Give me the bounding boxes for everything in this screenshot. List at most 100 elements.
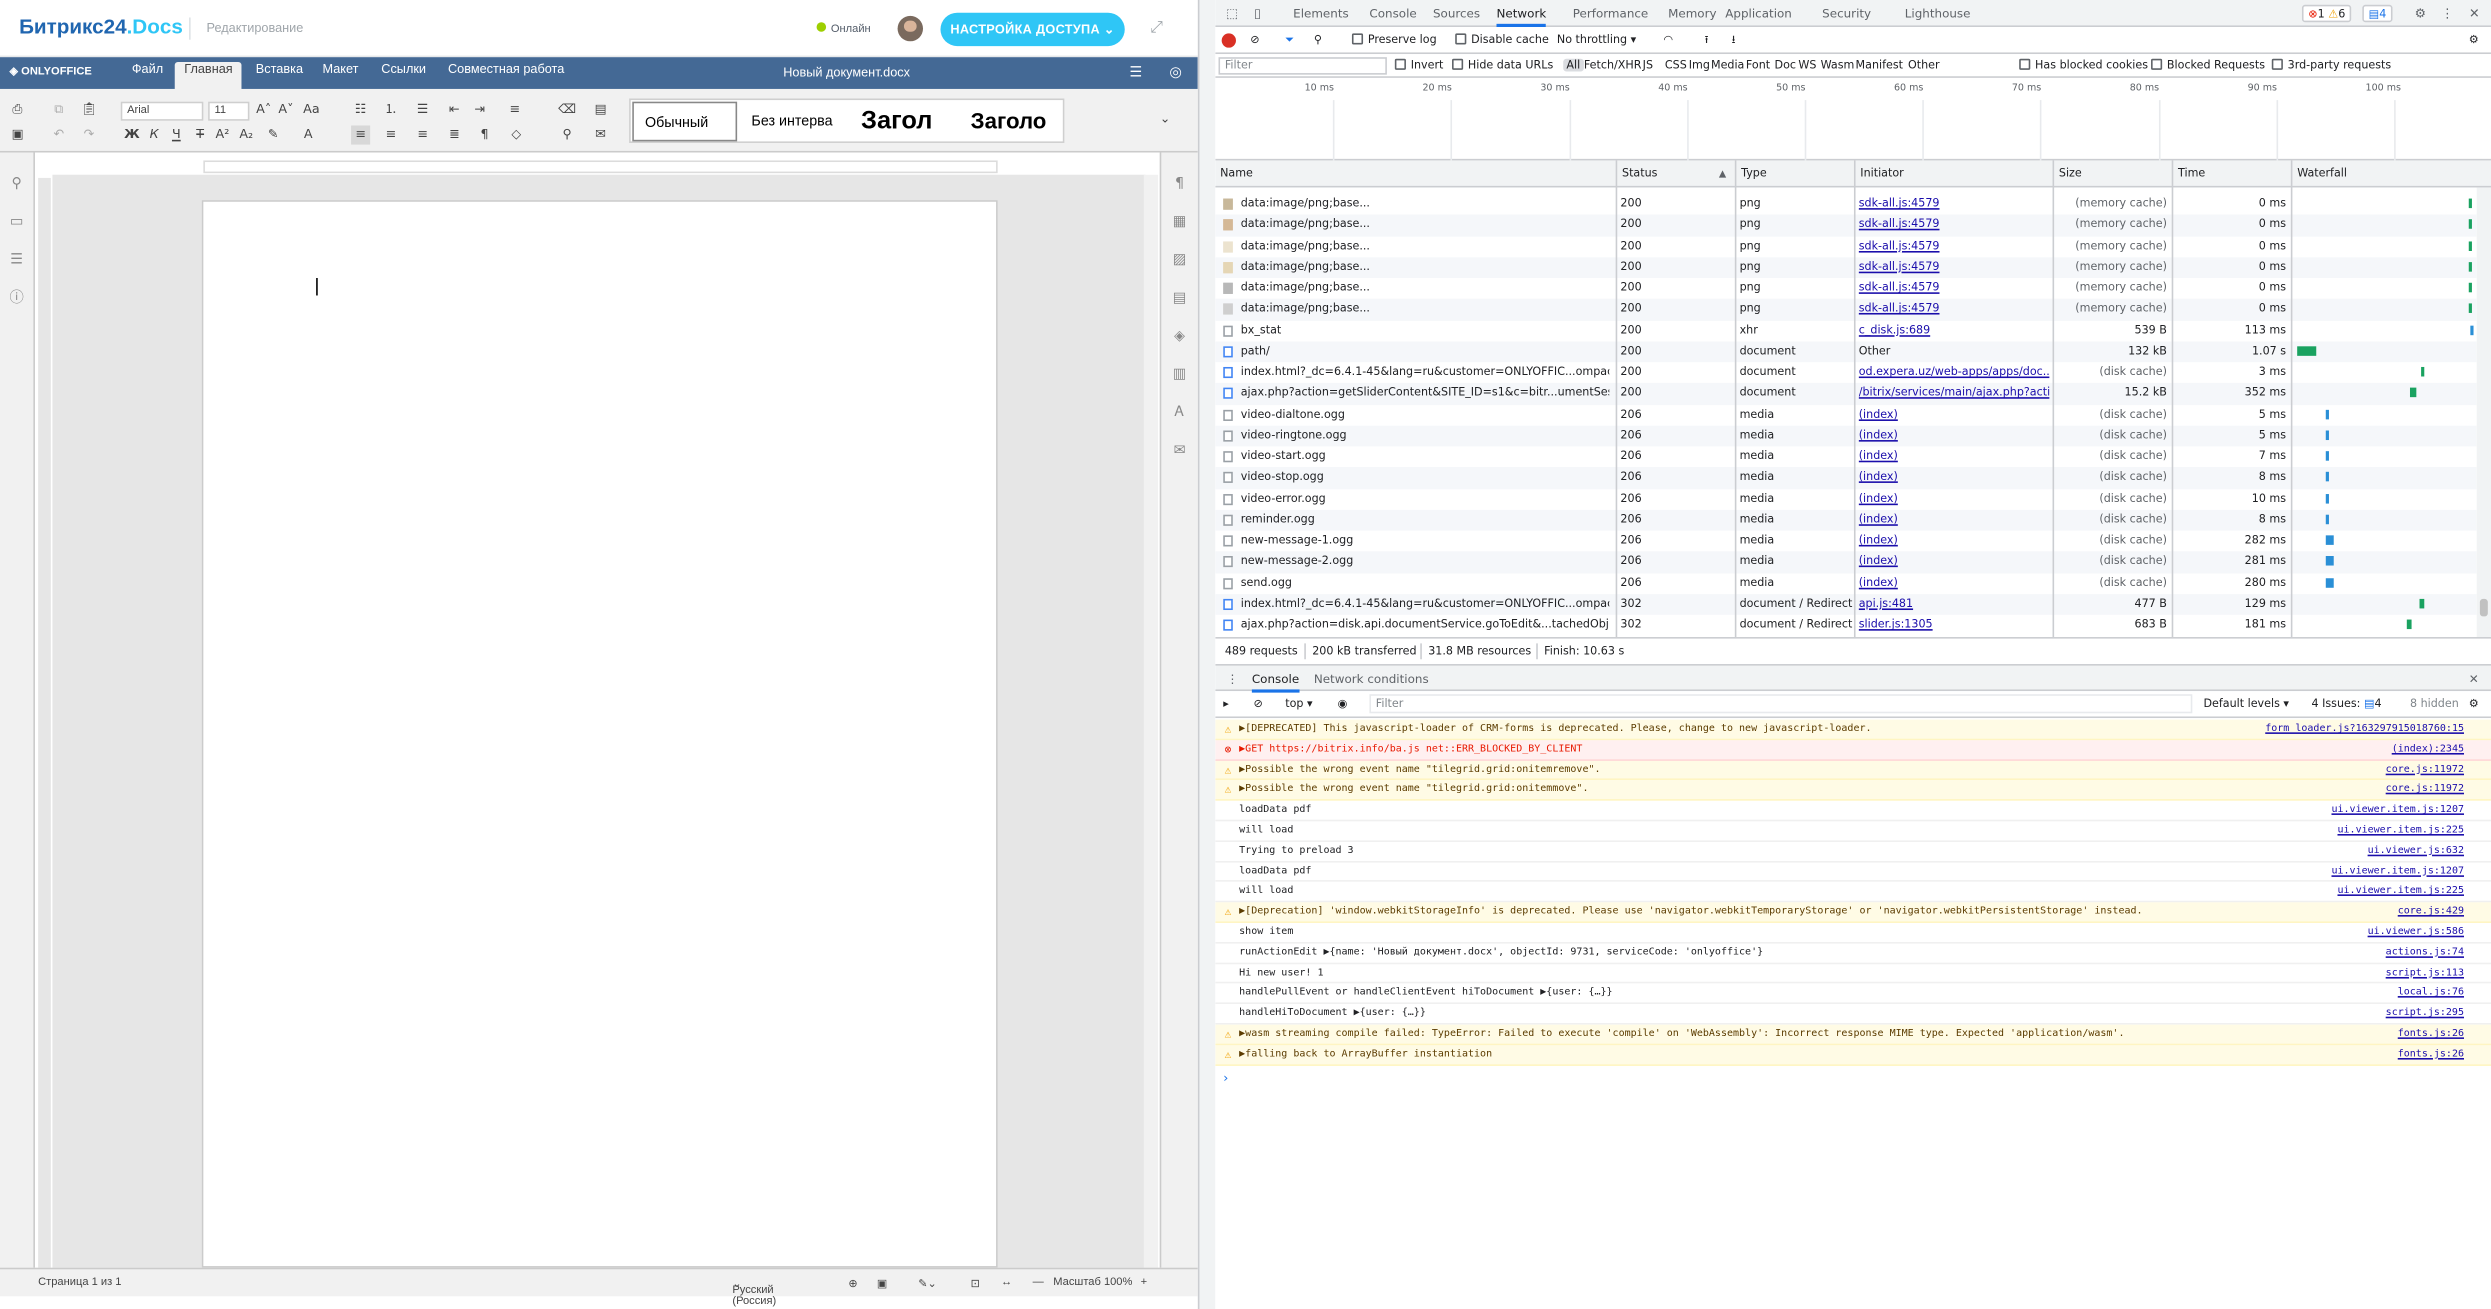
console-message-source[interactable]: (index):2345	[2392, 740, 2464, 760]
table-row[interactable]: ajax.php?action=getSliderContent&SITE_ID…	[1215, 383, 2477, 405]
search-icon[interactable]: ⚲	[1314, 33, 1322, 46]
console-message[interactable]: handleHiToDocument ▶{user: {…}} script.js…	[1215, 1004, 2491, 1025]
table-row[interactable]: data:image/png;base... 200 png sdk-all.js:4…	[1215, 278, 2476, 299]
tab-network-conditions[interactable]: Network conditions	[1314, 672, 1429, 686]
column-time[interactable]: Time	[2171, 160, 2291, 188]
blocked-requests-checkbox[interactable]: Blocked Requests	[2151, 58, 2265, 71]
console-message-source[interactable]: fonts.js:26	[2398, 1045, 2464, 1065]
style-normal[interactable]: Обычный	[632, 101, 738, 142]
print-icon[interactable]: ⎙	[8, 100, 27, 119]
console-message[interactable]: ⚠ ▶Possible the wrong event name "tilegri…	[1215, 780, 2491, 801]
tab-console[interactable]: Console	[1369, 0, 1416, 27]
network-settings-icon[interactable]: ⚙	[2469, 33, 2479, 46]
tab-memory[interactable]: Memory	[1668, 0, 1716, 27]
language-select[interactable]: Русский (Россия) ⌄	[732, 1277, 776, 1308]
font-name-select[interactable]: Arial	[120, 101, 204, 121]
tab-insert[interactable]: Вставка	[246, 62, 312, 89]
column-size[interactable]: Size	[2052, 160, 2172, 188]
tab-collaboration[interactable]: Совместная работа	[438, 62, 573, 89]
preserve-log-checkbox[interactable]: Preserve log	[1351, 33, 1437, 46]
console-message-source[interactable]: ui.viewer.js:586	[2368, 923, 2464, 943]
italic-icon[interactable]: К	[145, 125, 164, 144]
console-message-source[interactable]: core.js:429	[2398, 903, 2464, 923]
paragraph-marks-icon[interactable]: ¶	[475, 125, 494, 144]
table-row[interactable]: video-ringtone.ogg 206 media (index) (disk c…	[1215, 425, 2477, 447]
navigation-icon[interactable]: ☰	[8, 253, 25, 270]
levels-select[interactable]: Default levels ▾	[2203, 697, 2289, 710]
table-settings-icon[interactable]: ▦	[1171, 214, 1188, 231]
cell-initiator[interactable]: od.expera.uz/web-apps/apps/doc...	[1859, 362, 2050, 383]
cell-initiator[interactable]: (index)	[1859, 573, 2050, 594]
undo-icon[interactable]: ↶	[49, 125, 68, 144]
fit-width-icon[interactable]: ↔	[1001, 1277, 1012, 1288]
tab-elements[interactable]: Elements	[1293, 0, 1349, 27]
align-center-icon[interactable]: ≡	[381, 125, 400, 144]
tab-file[interactable]: Файл	[122, 62, 172, 89]
console-message[interactable]: ⚠ ▶[DEPRECATED] This javascript-loader of…	[1215, 719, 2491, 740]
expand-icon[interactable]: ⤢	[1150, 19, 1169, 38]
filter-type-css[interactable]: CSS	[1665, 59, 1687, 72]
cell-initiator[interactable]: /bitrix/services/main/ajax.php?acti...	[1859, 383, 2050, 404]
strikethrough-icon[interactable]: Т	[191, 125, 210, 144]
drawer-menu-icon[interactable]: ⋮	[1226, 672, 1238, 686]
column-type[interactable]: Type	[1734, 160, 1854, 188]
about-icon[interactable]: ⓘ	[8, 291, 25, 308]
filter-type-other[interactable]: Other	[1908, 59, 1940, 72]
table-row[interactable]: video-stop.ogg 206 media (index) (disk cache…	[1215, 467, 2477, 489]
console-message[interactable]: Trying to preload 3 ui.viewer.js:632	[1215, 842, 2491, 862]
bullets-icon[interactable]: ☷	[351, 100, 370, 119]
style-heading-2[interactable]: Заголо	[961, 102, 1063, 142]
issues-badge[interactable]: ⊗1 ⚠6	[2301, 4, 2352, 23]
hamburger-icon[interactable]: ☰	[1126, 64, 1145, 83]
zoom-out-icon[interactable]: —	[1033, 1277, 1044, 1288]
cell-initiator[interactable]: sdk-all.js:4579	[1859, 236, 2050, 257]
clear-style-icon[interactable]: ⌫	[558, 100, 577, 119]
console-message-source[interactable]: ui.viewer.item.js:225	[2337, 882, 2463, 902]
network-overview[interactable]: 10 ms 20 ms 30 ms 40 ms 50 ms 60 ms 70 ms 80 ms…	[1215, 78, 2491, 161]
textart-icon[interactable]: Ꭺ	[1171, 405, 1188, 422]
align-left-icon[interactable]: ≡	[351, 125, 371, 145]
table-row[interactable]: new-message-2.ogg 206 media (index) (disk ca…	[1215, 551, 2477, 573]
filter-icon[interactable]: ⏷	[1285, 33, 1294, 47]
tab-application[interactable]: Application	[1725, 0, 1792, 27]
table-row[interactable]: data:image/png;base... 200 png sdk-all.js:4…	[1215, 236, 2476, 257]
change-case-icon[interactable]: Aa	[302, 100, 321, 119]
import-har-icon[interactable]: ⭱	[1705, 33, 1709, 50]
console-message-source[interactable]: ui.viewer.item.js:1207	[2331, 862, 2464, 882]
header-footer-icon[interactable]: ▤	[1171, 291, 1188, 308]
cell-initiator[interactable]: c_disk.js:689	[1859, 320, 2050, 341]
console-settings-icon[interactable]: ⚙	[2469, 697, 2479, 710]
document-scrollbar[interactable]	[1143, 174, 1159, 1268]
console-message[interactable]: ⚠ ▶Possible the wrong event name "tilegri…	[1215, 760, 2491, 781]
console-message-source[interactable]: ui.viewer.item.js:225	[2337, 821, 2463, 841]
console-message-source[interactable]: script.js:113	[2386, 964, 2464, 984]
color-scheme-icon[interactable]: ▤	[591, 100, 610, 119]
table-row[interactable]: video-start.ogg 206 media (index) (disk cach…	[1215, 446, 2476, 467]
clear-icon[interactable]: ⊘	[1250, 33, 1259, 46]
console-message-source[interactable]: local.js:76	[2398, 984, 2464, 1004]
redo-icon[interactable]: ↷	[79, 125, 98, 144]
tab-sources[interactable]: Sources	[1433, 0, 1480, 27]
decrease-font-icon[interactable]: A˅	[276, 100, 295, 119]
user-icon[interactable]: ◎	[1166, 64, 1185, 83]
blocked-cookies-checkbox[interactable]: Has blocked cookies	[2019, 58, 2148, 71]
tab-layout[interactable]: Макет	[313, 62, 368, 89]
console-message[interactable]: ⚠ ▶falling back to ArrayBuffer instantiat…	[1215, 1044, 2491, 1066]
console-message[interactable]: Hi new user! 1 script.js:113	[1215, 964, 2491, 984]
increase-font-icon[interactable]: A˄	[254, 100, 273, 119]
image-settings-icon[interactable]: ▨	[1171, 253, 1188, 270]
tab-console[interactable]: Console	[1251, 672, 1300, 693]
network-filter-input[interactable]: Filter	[1218, 57, 1387, 75]
inspect-icon[interactable]: ⬚	[1223, 5, 1240, 22]
console-message[interactable]: loadData pdf ui.viewer.item.js:1207	[1215, 801, 2491, 822]
search-icon[interactable]: ⚲	[8, 176, 25, 193]
requests-scrollbar[interactable]	[2476, 187, 2491, 638]
chevron-down-icon[interactable]: ⌄	[1160, 111, 1171, 125]
line-spacing-icon[interactable]: ≡	[505, 100, 524, 119]
highlight-icon[interactable]: ✎	[264, 125, 283, 144]
cell-initiator[interactable]: (index)	[1859, 531, 2050, 552]
cell-initiator[interactable]: (index)	[1859, 552, 2050, 573]
table-row[interactable]: data:image/png;base... 200 png sdk-all.js:4…	[1215, 256, 2477, 279]
cell-initiator[interactable]: slider.js:1305	[1859, 615, 2050, 636]
mail-merge-icon[interactable]: ✉	[591, 125, 610, 144]
